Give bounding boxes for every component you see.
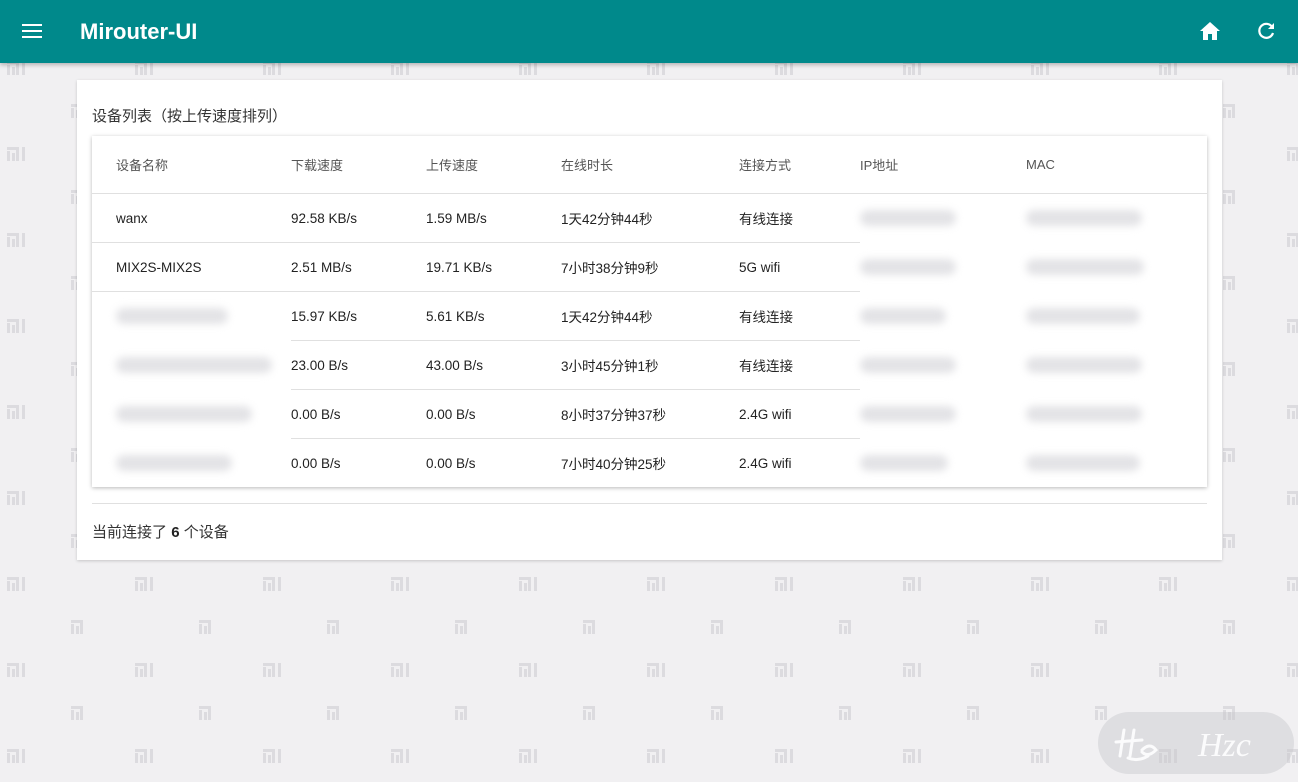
redacted-blur: [1026, 308, 1140, 325]
menu-button[interactable]: [16, 15, 48, 47]
device-name: wanx: [92, 193, 291, 243]
column-header-mac[interactable]: MAC: [1026, 136, 1207, 194]
download-speed: 15.97 KB/s: [291, 291, 426, 341]
redacted-blur: [1026, 406, 1142, 423]
mac-address-redacted: [1026, 390, 1207, 439]
device-name: MIX2S-MIX2S: [92, 242, 291, 292]
redacted-blur: [860, 406, 956, 423]
upload-speed: 0.00 B/s: [426, 389, 561, 439]
connection-summary: 当前连接了 6 个设备: [92, 521, 229, 542]
device-name-redacted: [92, 439, 291, 488]
ip-address-redacted: [860, 194, 1026, 243]
divider: [92, 503, 1207, 504]
ip-address-redacted: [860, 243, 1026, 292]
summary-suffix: 个设备: [183, 524, 229, 541]
redacted-blur: [116, 455, 232, 472]
device-name-redacted: [92, 341, 291, 390]
home-button[interactable]: [1196, 17, 1224, 45]
upload-speed: 19.71 KB/s: [426, 242, 561, 292]
online-time: 3小时45分钟1秒: [561, 340, 739, 390]
online-time: 8小时37分钟37秒: [561, 389, 739, 439]
column-header-device-name[interactable]: 设备名称: [92, 136, 291, 194]
device-name-redacted: [92, 292, 291, 341]
table-row[interactable]: 0.00 B/s 0.00 B/s 7小时40分钟25秒 2.4G wifi: [92, 439, 1207, 488]
download-speed: 0.00 B/s: [291, 389, 426, 439]
app-bar: Mirouter-UI: [0, 0, 1298, 63]
upload-speed: 0.00 B/s: [426, 455, 476, 471]
connection-type: 有线连接: [739, 193, 860, 243]
connection-type: 有线连接: [739, 291, 860, 341]
upload-speed: 5.61 KB/s: [426, 291, 561, 341]
watermark-text: Hzc: [1197, 727, 1251, 764]
redacted-blur: [860, 455, 948, 472]
upload-speed: 43.00 B/s: [426, 340, 561, 390]
connection-type: 2.4G wifi: [739, 389, 860, 439]
redacted-blur: [116, 357, 272, 374]
upload-speed: 1.59 MB/s: [426, 193, 561, 243]
redacted-blur: [1026, 455, 1140, 472]
table-row[interactable]: 23.00 B/s 43.00 B/s 3小时45分钟1秒 有线连接: [92, 340, 1207, 390]
connection-type: 有线连接: [739, 340, 860, 390]
column-header-ip[interactable]: IP地址: [860, 136, 1026, 194]
redacted-blur: [860, 308, 946, 325]
ip-address-redacted: [860, 292, 1026, 341]
device-count: 6: [171, 524, 180, 541]
download-speed: 92.58 KB/s: [291, 193, 426, 243]
device-table: 设备名称 下载速度 上传速度 在线时长 连接方式 IP地址 MAC wanx 9…: [92, 136, 1207, 487]
card-title: 设备列表（按上传速度排列）: [92, 108, 288, 125]
mac-address-redacted: [1026, 341, 1207, 390]
table-row[interactable]: 15.97 KB/s 5.61 KB/s 1天42分钟44秒 有线连接: [92, 291, 1207, 341]
ip-address-redacted: [860, 341, 1026, 390]
redacted-blur: [1026, 259, 1144, 276]
ip-address-redacted: [860, 390, 1026, 439]
mac-address-redacted: [1026, 194, 1207, 243]
mac-address-redacted: [1026, 439, 1207, 488]
mac-address-redacted: [1026, 243, 1207, 292]
refresh-button[interactable]: [1252, 17, 1280, 45]
author-watermark: Hzc: [1098, 712, 1294, 774]
download-speed: 2.51 MB/s: [291, 242, 426, 292]
redacted-blur: [860, 210, 956, 227]
connection-type: 2.4G wifi: [739, 455, 792, 471]
redacted-blur: [860, 259, 956, 276]
online-time: 7小时40分钟25秒: [561, 457, 667, 472]
download-speed: 23.00 B/s: [291, 340, 426, 390]
mac-address-redacted: [1026, 292, 1207, 341]
menu-icon: [22, 24, 42, 38]
redacted-blur: [860, 357, 956, 374]
redacted-blur: [1026, 210, 1142, 227]
redacted-blur: [116, 406, 252, 423]
refresh-icon: [1258, 22, 1275, 39]
table-row[interactable]: wanx 92.58 KB/s 1.59 MB/s 1天42分钟44秒 有线连接: [92, 193, 1207, 243]
redacted-blur: [1026, 357, 1142, 374]
download-speed: 0.00 B/s: [291, 455, 341, 471]
table-header-row: 设备名称 下载速度 上传速度 在线时长 连接方式 IP地址 MAC: [92, 136, 1207, 194]
column-header-online-time[interactable]: 在线时长: [561, 136, 739, 194]
ip-address-redacted: [860, 439, 1026, 488]
column-header-upload[interactable]: 上传速度: [426, 136, 561, 194]
table-row[interactable]: MIX2S-MIX2S 2.51 MB/s 19.71 KB/s 7小时38分钟…: [92, 242, 1207, 292]
table-row[interactable]: 0.00 B/s 0.00 B/s 8小时37分钟37秒 2.4G wifi: [92, 389, 1207, 439]
column-header-download[interactable]: 下载速度: [291, 136, 426, 194]
device-list-card: 设备列表（按上传速度排列） 设备名称 下载速度 上传速度 在线时长 连接方式 I…: [77, 80, 1222, 560]
redacted-blur: [116, 308, 228, 325]
column-header-connection[interactable]: 连接方式: [739, 136, 860, 194]
home-icon: [1200, 22, 1220, 40]
app-title: Mirouter-UI: [80, 19, 198, 44]
summary-prefix: 当前连接了: [92, 524, 168, 541]
online-time: 7小时38分钟9秒: [561, 242, 739, 292]
connection-type: 5G wifi: [739, 242, 860, 292]
device-name-redacted: [92, 390, 291, 439]
online-time: 1天42分钟44秒: [561, 193, 739, 243]
online-time: 1天42分钟44秒: [561, 291, 739, 341]
